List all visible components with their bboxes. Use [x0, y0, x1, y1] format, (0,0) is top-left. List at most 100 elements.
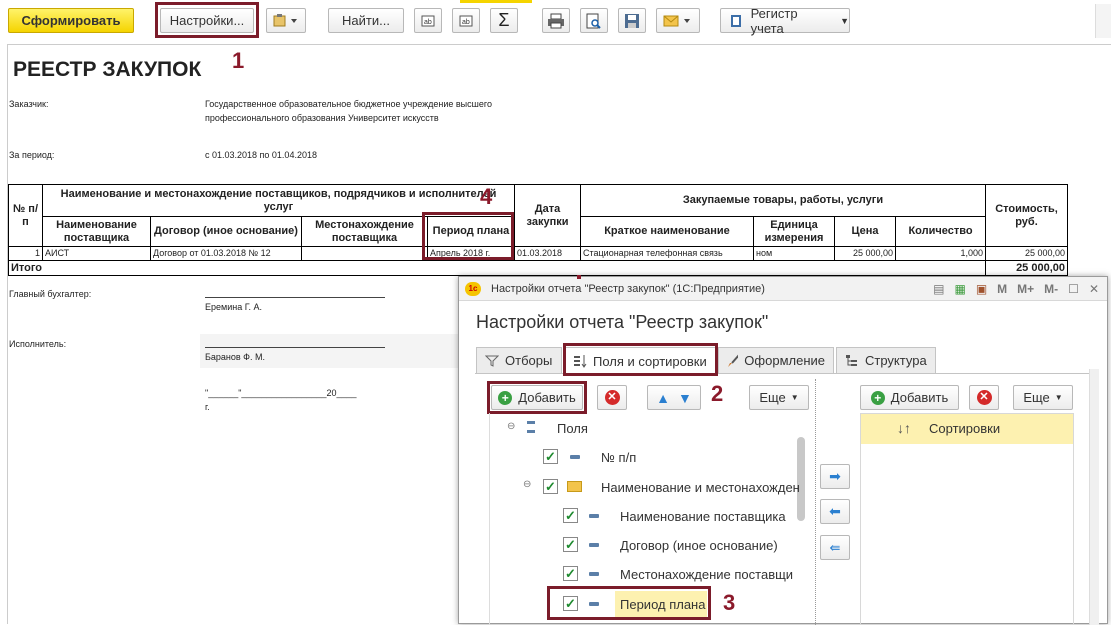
double-arrow-left-icon: ⇚ [829, 539, 841, 555]
search-prev-icon[interactable]: ab [414, 8, 442, 33]
dialog-scrollbar[interactable] [1089, 369, 1099, 625]
field-icon [570, 455, 580, 459]
svg-text:ab: ab [424, 19, 432, 26]
tree-item-num[interactable]: № п/п [601, 450, 636, 465]
move-all-left-button[interactable]: ⇚ [820, 535, 850, 560]
dialog-heading: Настройки отчета "Реестр закупок" [476, 312, 769, 332]
send-email-button[interactable] [656, 8, 700, 33]
cell-contract: Договор от 01.03.2018 № 12 [150, 246, 302, 261]
tab-appearance[interactable]: Оформление [718, 347, 834, 373]
variant-dropdown[interactable] [266, 8, 306, 33]
cell-supplier: АИСТ [42, 246, 151, 261]
checkbox-num[interactable]: ✓ [543, 449, 558, 464]
close-icon[interactable]: ✕ [1089, 282, 1099, 296]
filter-icon [485, 355, 499, 367]
highlight-box-tab [563, 343, 718, 376]
tree-scrollbar[interactable] [797, 437, 805, 521]
tab-filters[interactable]: Отборы [476, 347, 562, 373]
tree-item-contract[interactable]: Договор (иное основание) [620, 538, 778, 553]
tree-item-supplier[interactable]: Наименование поставщика [620, 509, 786, 524]
highlight-box-plan-period-field [547, 586, 711, 620]
settings-dialog: 1c Настройки отчета "Реестр закупок" (1С… [458, 276, 1108, 625]
report-variant-icon [273, 13, 297, 26]
highlight-box-settings [155, 2, 259, 38]
cell-qty: 1,000 [895, 246, 986, 261]
move-left-button[interactable]: ⬅ [820, 499, 850, 524]
exec-name: Баранов Ф. М. [205, 352, 266, 362]
highlight-box-plan-period [422, 212, 514, 260]
delete-icon: ✕ [604, 390, 620, 405]
tab-structure[interactable]: Структура [836, 347, 936, 373]
find-button[interactable]: Найти... [328, 8, 404, 33]
field-icon [589, 572, 599, 576]
move-right-button[interactable]: ➡ [820, 464, 850, 489]
memory-m-button[interactable]: M [997, 282, 1007, 296]
more-right-button[interactable]: Еще ▼ [1013, 385, 1073, 410]
more-left-label: Еще [759, 390, 786, 405]
th-purchase-date: Дата закупки [514, 184, 581, 247]
cell-price: 25 000,00 [834, 246, 896, 261]
exec-label: Исполнитель: [9, 339, 67, 349]
checkbox-location[interactable]: ✓ [563, 566, 578, 581]
cell-short-name: Стационарная телефонная связь [580, 246, 754, 261]
generate-button[interactable]: Сформировать [8, 8, 134, 33]
tree-item-location[interactable]: Местонахождение поставщи [620, 567, 793, 582]
delete-sort-button[interactable]: ✕ [969, 385, 999, 410]
checkbox-supplier[interactable]: ✓ [563, 508, 578, 523]
checkbox-group[interactable]: ✓ [543, 479, 558, 494]
customer-line2: профессионального образования Университе… [205, 113, 439, 123]
total-label: Итого [8, 260, 986, 276]
add-sort-label: Добавить [890, 390, 949, 405]
th-location: Местонахождение поставщика [301, 216, 428, 247]
search-next-icon[interactable]: ab [452, 8, 480, 33]
delete-field-button[interactable]: ✕ [597, 385, 627, 410]
tree-item-group[interactable]: Наименование и местонахожден [601, 480, 800, 495]
field-icon [589, 514, 599, 518]
chief-signature-line [205, 297, 385, 298]
folder-icon [567, 481, 582, 492]
tree-root-label: Поля [557, 421, 588, 436]
structure-icon [846, 354, 857, 366]
plus-circle-icon: + [870, 390, 885, 405]
table-row: 1 АИСТ Договор от 01.03.2018 № 12 Апрель… [8, 246, 1068, 261]
th-cost: Стоимость, руб. [985, 184, 1068, 247]
date-suffix: г. [205, 402, 210, 412]
calculator-icon[interactable]: ▦ [954, 282, 965, 296]
add-sort-button[interactable]: + Добавить [860, 385, 959, 410]
arrow-up-icon[interactable]: ▲ [656, 390, 670, 406]
collapse-icon[interactable]: ⊖ [523, 479, 531, 490]
register-icon [731, 14, 741, 27]
highlight-box-add [487, 381, 587, 414]
more-left-button[interactable]: Еще ▼ [749, 385, 809, 410]
arrow-down-icon[interactable]: ▼ [678, 390, 692, 406]
th-num: № п/п [8, 184, 43, 247]
annotation-2: 2 [711, 381, 724, 406]
svg-text:ab: ab [462, 19, 470, 26]
customer-label: Заказчик: [9, 99, 49, 109]
chevron-down-icon: ▼ [1054, 393, 1063, 402]
doc-icon[interactable]: ▤ [933, 282, 944, 296]
report-title: РЕЕСТР ЗАКУПОК [13, 58, 202, 81]
exec-cell-bg [200, 334, 460, 368]
delete-icon: ✕ [976, 390, 992, 405]
sum-icon[interactable]: Σ [490, 8, 518, 33]
red-marker [577, 275, 581, 279]
memory-plus-button[interactable]: M+ [1017, 282, 1034, 296]
cell-num: 1 [8, 246, 43, 261]
total-value: 25 000,00 [985, 260, 1068, 276]
save-icon[interactable] [618, 8, 646, 33]
th-short-name: Краткое наименование [580, 216, 754, 247]
calendar-icon[interactable]: ▣ [976, 282, 987, 296]
period-label: За период: [9, 150, 55, 160]
th-supplier: Наименование поставщика [42, 216, 151, 247]
register-label: Регистр учета [750, 5, 798, 36]
memory-minus-button[interactable]: M- [1044, 282, 1058, 296]
checkbox-contract[interactable]: ✓ [563, 537, 578, 552]
register-dropdown[interactable]: Регистр учета ▼ [720, 5, 850, 36]
preview-icon[interactable] [580, 8, 608, 33]
chief-label: Главный бухгалтер: [9, 289, 92, 299]
maximize-icon[interactable]: ☐ [1068, 282, 1079, 296]
tab-structure-label: Структура [865, 353, 927, 368]
print-icon[interactable] [542, 8, 570, 33]
collapse-icon[interactable]: ⊖ [507, 421, 515, 432]
